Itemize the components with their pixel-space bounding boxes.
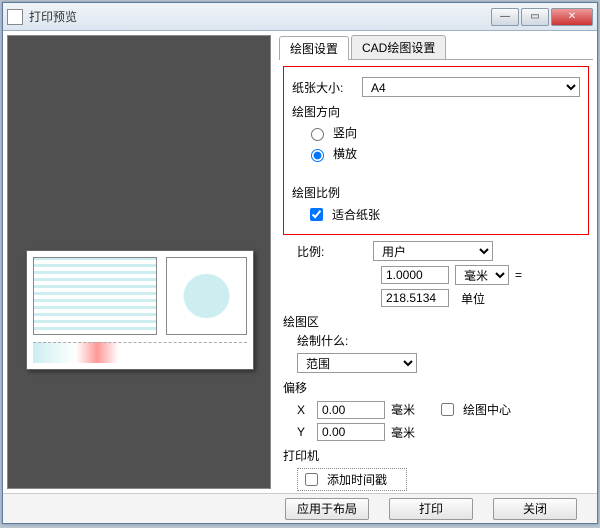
printer-group-label: 打印机 <box>283 447 589 464</box>
minimize-button[interactable]: — <box>491 8 519 26</box>
plot-area-group-label: 绘图区 <box>283 313 589 330</box>
timestamp-label: 添加时间戳 <box>327 471 387 488</box>
plot-center-label: 绘图中心 <box>463 401 511 418</box>
preview-drawing-bottom <box>33 342 247 363</box>
window-title: 打印预览 <box>29 8 491 25</box>
offset-x-label: X <box>297 403 311 417</box>
highlighted-settings-box: 纸张大小: A4 绘图方向 竖向 横放 绘图比例 <box>283 66 589 235</box>
settings-pane: 绘图设置 CAD绘图设置 纸张大小: A4 绘图方向 竖向 <box>275 31 597 493</box>
preview-drawing-left <box>33 257 157 335</box>
portrait-radio[interactable] <box>311 128 324 141</box>
close-button[interactable]: ✕ <box>551 8 593 26</box>
print-preview-window: 打印预览 — ▭ ✕ 绘图设置 CAD绘图设置 <box>2 2 598 524</box>
preview-drawing-right <box>166 257 247 335</box>
footer: 应用于布局 打印 关闭 <box>3 493 597 523</box>
offset-x-unit: 毫米 <box>391 401 415 418</box>
offset-y-label: Y <box>297 425 311 439</box>
maximize-button[interactable]: ▭ <box>521 8 549 26</box>
timestamp-checkbox[interactable] <box>305 473 318 486</box>
portrait-label: 竖向 <box>333 124 357 141</box>
scale-group-label: 绘图比例 <box>292 184 580 201</box>
close-dialog-button[interactable]: 关闭 <box>493 498 577 520</box>
orientation-label: 绘图方向 <box>292 103 580 120</box>
print-button[interactable]: 打印 <box>389 498 473 520</box>
tab-draw-settings[interactable]: 绘图设置 <box>279 36 349 60</box>
scale-unit1-select[interactable]: 毫米 <box>455 265 509 285</box>
apply-layout-button[interactable]: 应用于布局 <box>285 498 369 520</box>
tab-cad-settings[interactable]: CAD绘图设置 <box>351 35 446 59</box>
landscape-radio[interactable] <box>311 149 324 162</box>
fit-paper-checkbox[interactable] <box>310 208 323 221</box>
app-icon <box>7 9 23 25</box>
paper-size-select[interactable]: A4 <box>362 77 580 97</box>
plot-center-checkbox[interactable] <box>441 403 454 416</box>
ratio-select[interactable]: 用户 <box>373 241 493 261</box>
offset-x-input[interactable] <box>317 401 385 419</box>
paper-size-label: 纸张大小: <box>292 79 356 96</box>
scale-value2-input[interactable] <box>381 289 449 307</box>
equals-label: = <box>515 268 522 282</box>
offset-group-label: 偏移 <box>283 379 589 396</box>
scale-unit2-label: 单位 <box>455 290 485 307</box>
plot-what-label: 绘制什么: <box>297 332 589 349</box>
offset-y-unit: 毫米 <box>391 424 415 441</box>
plot-what-select[interactable]: 范围 <box>297 353 417 373</box>
preview-page <box>26 250 254 370</box>
ratio-label: 比例: <box>283 243 367 260</box>
landscape-label: 横放 <box>333 145 357 162</box>
titlebar[interactable]: 打印预览 — ▭ ✕ <box>3 3 597 31</box>
scale-value1-input[interactable] <box>381 266 449 284</box>
offset-y-input[interactable] <box>317 423 385 441</box>
fit-paper-label: 适合纸张 <box>332 206 380 223</box>
preview-pane <box>7 35 271 489</box>
